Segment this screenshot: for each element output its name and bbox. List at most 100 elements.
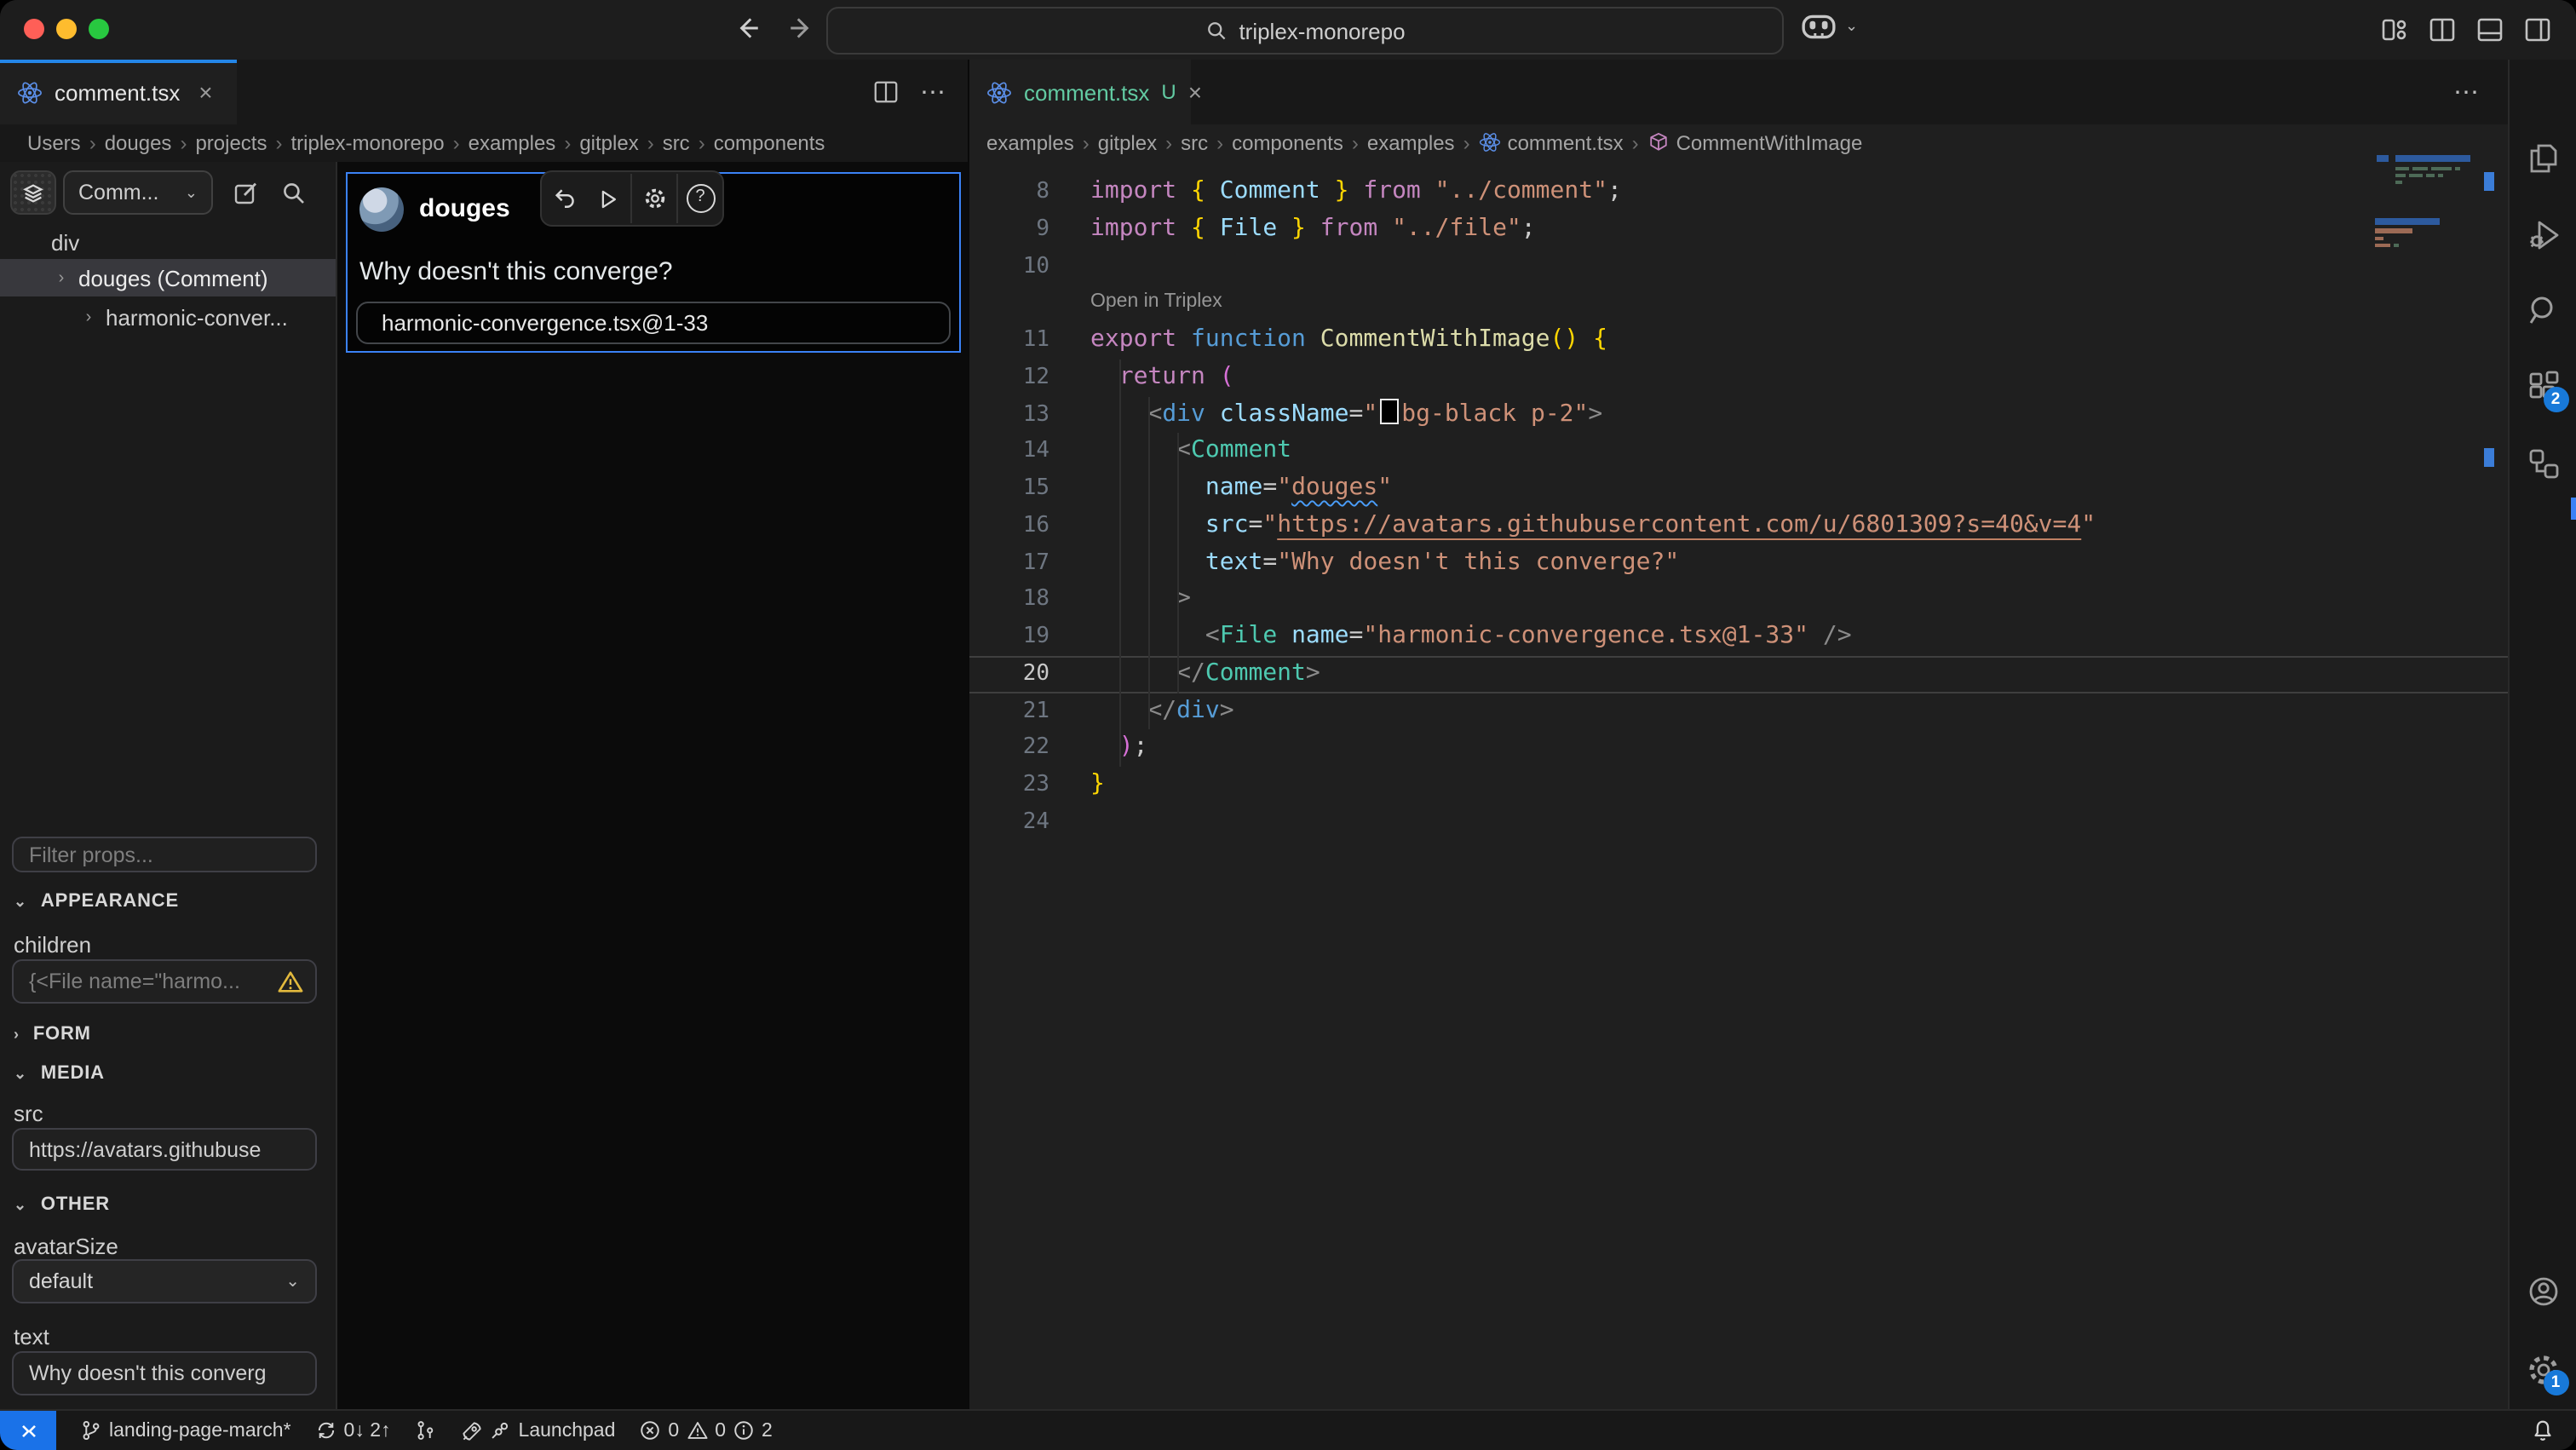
play-icon[interactable] (586, 174, 630, 223)
codelens-open-in-triplex[interactable]: Open in Triplex (1049, 285, 1222, 323)
code-line[interactable]: 9import { File } from "../file"; (969, 211, 2508, 249)
line-number[interactable]: 21 (969, 693, 1049, 730)
line-number[interactable]: 10 (969, 248, 1049, 285)
forward-button[interactable] (787, 14, 818, 44)
files-icon[interactable] (2524, 140, 2562, 177)
line-number[interactable]: 15 (969, 470, 1049, 508)
help-icon[interactable]: ? (678, 174, 722, 223)
editor-more-actions-icon[interactable]: ⋯ (2453, 77, 2481, 107)
file-chip[interactable]: harmonic-convergence.tsx@1-33 (356, 302, 951, 344)
edit-component-icon[interactable] (232, 179, 261, 208)
line-number[interactable]: 12 (969, 360, 1049, 397)
layers-button[interactable] (10, 170, 56, 215)
more-actions-icon[interactable]: ⋯ (920, 77, 947, 107)
code-line[interactable]: 16 src="https://avatars.githubuserconten… (969, 508, 2508, 545)
codelens-row[interactable]: Open in Triplex (969, 285, 2508, 323)
line-number[interactable]: 11 (969, 322, 1049, 360)
git-branch-item[interactable]: landing-page-march* (80, 1419, 291, 1441)
settings-gear-icon[interactable]: 1 (2524, 1351, 2562, 1389)
toggle-panel-icon[interactable] (2475, 15, 2504, 44)
tab-comment-tsx-left[interactable]: comment.tsx × (0, 60, 237, 124)
children-input[interactable]: {<File name="harmo... (12, 959, 317, 1004)
problems-item[interactable]: 0 0 2 (639, 1419, 772, 1441)
line-number[interactable]: 24 (969, 804, 1049, 842)
breadcrumb-item[interactable]: examples (469, 131, 556, 155)
account-icon[interactable] (2524, 1273, 2562, 1310)
zoom-window-button[interactable] (89, 19, 109, 39)
component-select-dropdown[interactable]: Comm... ⌄ (63, 170, 213, 215)
customize-layout-icon[interactable] (2380, 15, 2409, 44)
line-number[interactable]: 20 (969, 656, 1049, 693)
code-line[interactable]: 23} (969, 767, 2508, 804)
command-center-search[interactable]: triplex-monorepo (826, 7, 1784, 55)
tab-comment-tsx-editor[interactable]: comment.tsx U × (969, 60, 1191, 124)
undo-icon[interactable] (542, 174, 586, 223)
close-icon[interactable]: × (192, 78, 219, 106)
code-line[interactable]: 8import { Comment } from "../comment"; (969, 174, 2508, 211)
code-line[interactable]: 18 > (969, 582, 2508, 619)
scene-canvas[interactable]: douges Why doesn't this converge? harmon… (337, 162, 968, 1411)
line-number[interactable]: 22 (969, 730, 1049, 768)
tree-item-harmonic-conver-[interactable]: ›harmonic-conver... (0, 298, 336, 336)
code-line[interactable]: 13 <div className="bg-black p-2"> (969, 396, 2508, 434)
code-line[interactable]: 21 </div> (969, 693, 2508, 730)
breadcrumb-item[interactable]: src (663, 131, 690, 155)
line-number[interactable]: 13 (969, 396, 1049, 434)
breadcrumb-item[interactable]: examples (1367, 131, 1455, 155)
line-number[interactable]: 17 (969, 544, 1049, 582)
notifications-bell-icon[interactable] (2530, 1418, 2556, 1443)
line-number[interactable]: 19 (969, 619, 1049, 656)
code-line[interactable]: 19 <File name="harmonic-convergence.tsx@… (969, 619, 2508, 656)
breadcrumb-item[interactable]: examples (986, 131, 1074, 155)
search-icon[interactable] (2524, 291, 2562, 329)
breadcrumb-item[interactable]: gitplex (579, 131, 638, 155)
back-button[interactable] (733, 14, 763, 44)
breadcrumb-item[interactable]: components (714, 131, 825, 155)
section-other[interactable]: ⌄ OTHER (14, 1194, 110, 1215)
section-media[interactable]: ⌄ MEDIA (14, 1063, 105, 1084)
git-sync-item[interactable]: 0↓ 2↑ (315, 1419, 391, 1441)
line-number[interactable] (969, 285, 1049, 323)
line-number[interactable]: 8 (969, 174, 1049, 211)
line-number[interactable]: 18 (969, 582, 1049, 619)
run-debug-icon[interactable] (2524, 216, 2562, 254)
split-editor-icon[interactable] (2428, 15, 2457, 44)
line-number[interactable]: 23 (969, 767, 1049, 804)
gear-icon[interactable] (632, 174, 676, 223)
tree-item-douges-comment-[interactable]: ›douges (Comment) (0, 259, 336, 296)
breadcrumb-item[interactable]: projects (195, 131, 267, 155)
breadcrumb-item[interactable]: Users (27, 131, 81, 155)
code-line[interactable]: 14 <Comment (969, 434, 2508, 471)
code-line[interactable]: 15 name="douges" (969, 470, 2508, 508)
launchpad-item[interactable]: Launchpad (461, 1419, 616, 1441)
breadcrumb-item[interactable]: src (1181, 131, 1208, 155)
filter-props-input[interactable]: Filter props... (12, 837, 317, 872)
breadcrumb-item[interactable]: douges (105, 131, 172, 155)
code-line[interactable]: 24 (969, 804, 2508, 842)
text-input[interactable]: Why doesn't this converg (12, 1351, 317, 1395)
close-icon[interactable]: × (1188, 78, 1202, 106)
breadcrumb-item[interactable]: gitplex (1098, 131, 1157, 155)
remote-indicator[interactable] (0, 1411, 56, 1450)
code-line[interactable]: 10 (969, 248, 2508, 285)
breadcrumb-item[interactable]: CommentWithImage (1647, 131, 1863, 155)
section-appearance[interactable]: ⌄ APPEARANCE (14, 891, 179, 912)
minimize-window-button[interactable] (56, 19, 77, 39)
chevron-right-icon[interactable]: › (78, 308, 99, 326)
hierarchy-icon[interactable] (2524, 445, 2562, 482)
line-number[interactable]: 9 (969, 211, 1049, 249)
code-editor[interactable]: 8import { Comment } from "../comment";9i… (969, 162, 2508, 1411)
extensions-icon[interactable]: 2 (2524, 368, 2562, 406)
toggle-secondary-sidebar-icon[interactable] (2523, 15, 2552, 44)
src-input[interactable]: https://avatars.githubuse (12, 1128, 317, 1171)
line-number[interactable]: 16 (969, 508, 1049, 545)
minimap[interactable] (2375, 126, 2472, 331)
breadcrumb-item[interactable]: comment.tsx (1479, 131, 1624, 155)
breadcrumb-item[interactable]: components (1232, 131, 1343, 155)
chevron-right-icon[interactable]: › (51, 268, 72, 287)
code-line[interactable]: 17 text="Why doesn't this converge?" (969, 544, 2508, 582)
copilot-menu-button[interactable]: ⌄ (1801, 12, 1858, 41)
code-line[interactable]: 22 ); (969, 730, 2508, 768)
search-elements-icon[interactable] (279, 179, 308, 208)
line-number[interactable]: 14 (969, 434, 1049, 471)
